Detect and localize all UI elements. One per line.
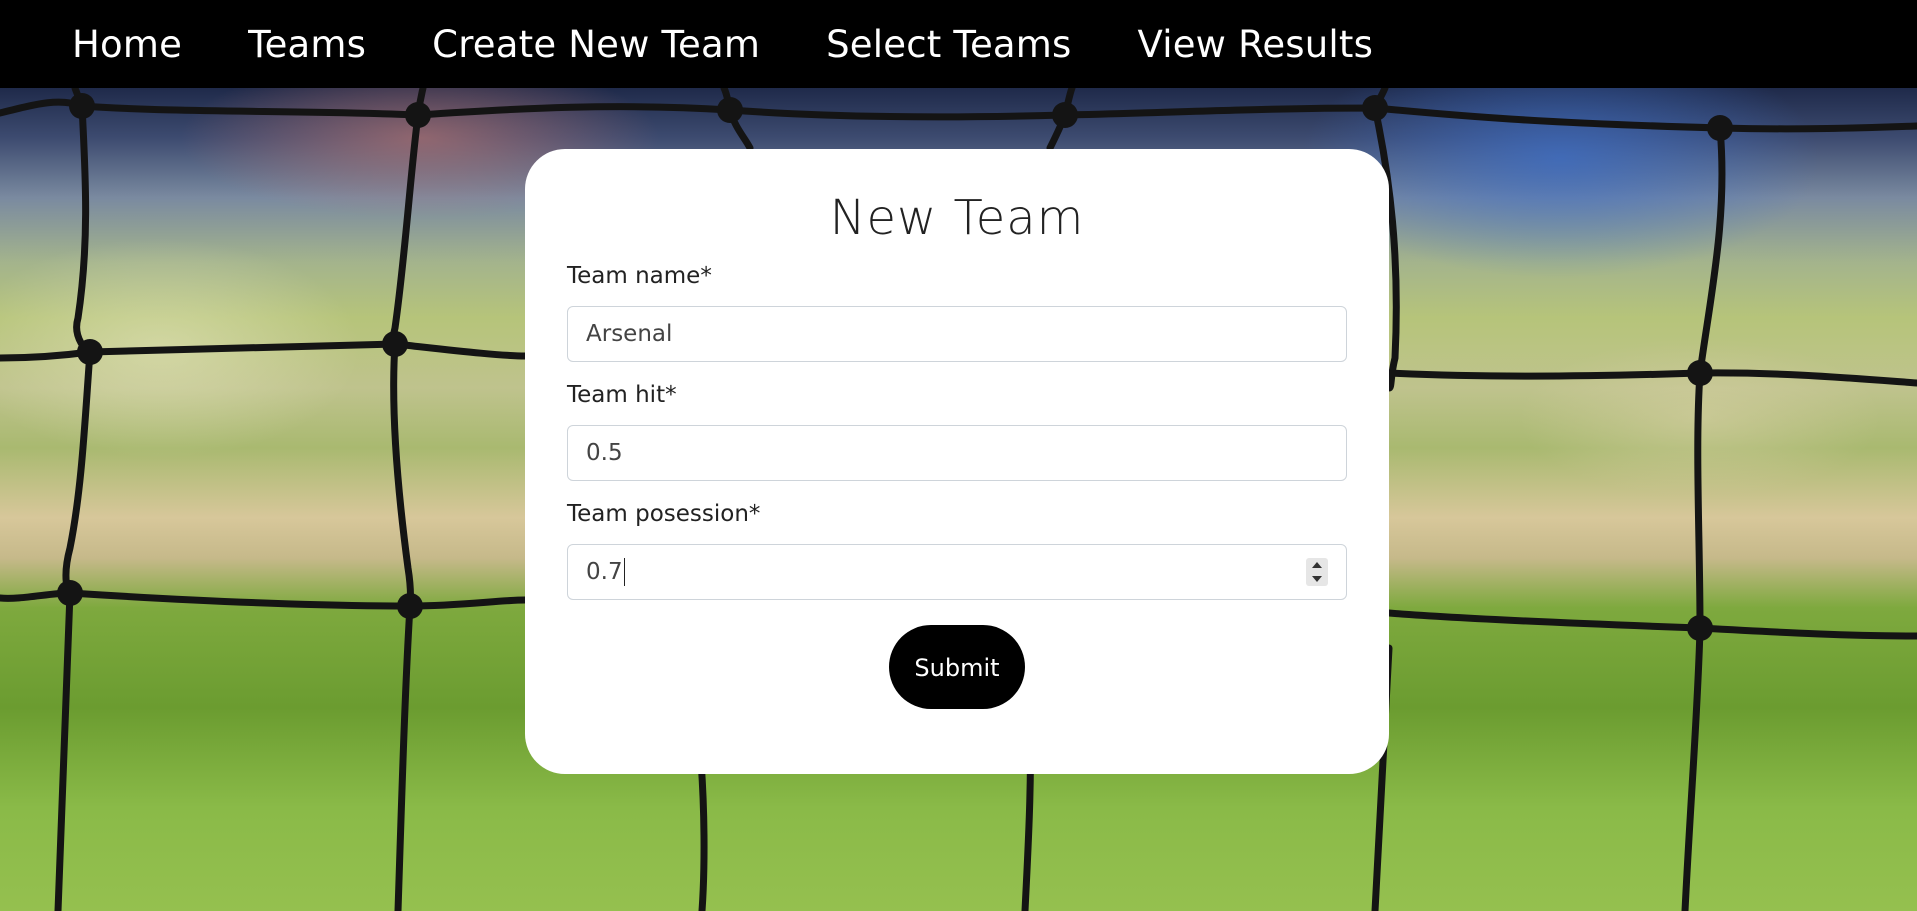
team-posession-input[interactable]: 0.7 (567, 544, 1347, 600)
submit-row: Submit (567, 625, 1347, 709)
submit-button[interactable]: Submit (889, 625, 1025, 709)
stepper-down-icon[interactable] (1312, 576, 1322, 582)
team-hit-value: 0.5 (586, 440, 623, 466)
team-posession-value: 0.7 (586, 559, 623, 585)
form-title: New Team (829, 190, 1085, 246)
nav-link-view-results[interactable]: View Results (1138, 23, 1374, 66)
number-stepper[interactable] (1306, 558, 1328, 586)
nav-link-teams[interactable]: Teams (248, 23, 366, 66)
nav-link-create-new-team[interactable]: Create New Team (432, 23, 760, 66)
team-posession-label: Team posession* (567, 501, 761, 527)
new-team-form-card: New Team Team name* Arsenal Team hit* 0.… (525, 149, 1389, 774)
team-name-input[interactable]: Arsenal (567, 306, 1347, 362)
team-hit-label: Team hit* (567, 382, 677, 408)
team-name-label: Team name* (567, 263, 712, 289)
text-cursor (623, 558, 626, 586)
team-hit-input[interactable]: 0.5 (567, 425, 1347, 481)
stepper-up-icon[interactable] (1312, 562, 1322, 568)
nav-link-home[interactable]: Home (72, 23, 182, 66)
nav-link-select-teams[interactable]: Select Teams (826, 23, 1071, 66)
team-name-value: Arsenal (586, 321, 673, 347)
main-navbar: Home Teams Create New Team Select Teams … (0, 0, 1917, 88)
